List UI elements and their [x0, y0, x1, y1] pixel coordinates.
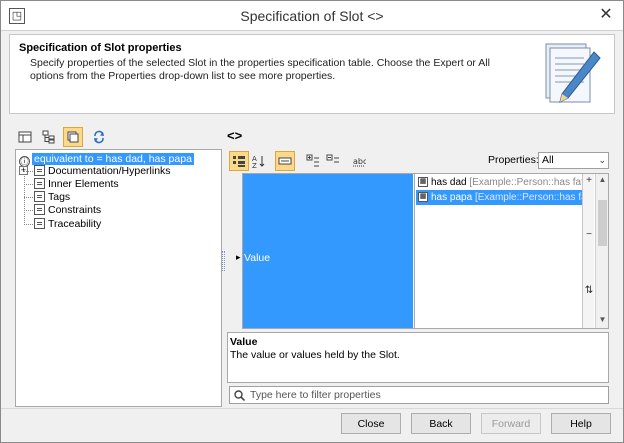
filter-input[interactable] [248, 388, 603, 402]
chevron-down-icon: ⌄ [598, 155, 606, 165]
tree-view-icon [42, 130, 55, 144]
tree-view-button[interactable] [39, 127, 59, 147]
table-view-button[interactable] [15, 127, 35, 147]
field-icon [278, 157, 292, 165]
node-icon [34, 191, 45, 202]
property-value-list: ▦ has dad [Example::Person::has fath ▦ h… [414, 174, 582, 328]
properties-dropdown[interactable]: All ⌄ [538, 152, 609, 169]
show-inherited-button[interactable] [275, 151, 295, 171]
value-item-name: has dad [431, 177, 467, 188]
tree-item-label: Traceability [48, 218, 102, 230]
header-title: Specification of Slot properties [19, 42, 182, 54]
instance-icon: ▦ [418, 192, 428, 202]
svg-text:Z: Z [252, 162, 257, 168]
value-item-has-papa[interactable]: ▦ has papa [Example::Person::has fath [416, 190, 582, 205]
specification-dialog: ◳ Specification of Slot <> ✕ Specificati… [0, 0, 624, 443]
tree-guide-branch [24, 171, 33, 172]
value-item-name: has papa [431, 192, 473, 203]
tree-item-label: Inner Elements [48, 178, 119, 190]
copy-elements-icon [67, 131, 79, 143]
add-value-button[interactable]: + [584, 176, 594, 187]
button-bar-divider [1, 408, 623, 409]
tree-guide-branch [24, 210, 33, 211]
description-title: Value [230, 336, 258, 348]
description-text: The value or values held by the Slot. [230, 349, 400, 361]
value-item-has-dad[interactable]: ▦ has dad [Example::Person::has fath [416, 175, 582, 190]
header-description: Specify properties of the selected Slot … [30, 57, 490, 82]
node-icon [34, 165, 45, 176]
value-item-type: [Example::Person::has fath [469, 177, 582, 188]
node-icon [34, 204, 45, 215]
find-icon: abc [353, 157, 366, 167]
find-button[interactable]: abc [349, 151, 369, 171]
specification-tree: ⓘ equivalent to = has dad, has papa + Doc… [15, 149, 222, 407]
grid-gutter [227, 173, 242, 329]
value-list-scrollbar[interactable]: ▲ ▼ [595, 174, 608, 328]
remove-value-button[interactable]: − [584, 230, 594, 241]
refresh-icon [94, 130, 104, 144]
sort-az-icon: A Z [252, 155, 265, 168]
value-item-type: [Example::Person::has fath [474, 192, 582, 203]
close-button[interactable]: Close [341, 413, 401, 434]
sort-alphabetically-button[interactable]: A Z [249, 151, 269, 171]
categorized-view-button[interactable] [229, 151, 249, 171]
back-button[interactable]: Back [411, 413, 471, 434]
help-button[interactable]: Help [551, 413, 611, 434]
categorized-icon [233, 156, 245, 167]
node-icon [34, 178, 45, 189]
dialog-header: Specification of Slot properties Specify… [9, 34, 615, 114]
title-bar: ◳ Specification of Slot <> ✕ [1, 1, 623, 31]
properties-label: Properties: [488, 154, 539, 166]
document-pencil-icon [545, 43, 601, 103]
property-grid: Value ▦ has dad [Example::Person::has fa… [236, 173, 609, 329]
tree-guide-branch [24, 184, 33, 185]
node-icon [34, 218, 45, 229]
expand-all-button[interactable] [303, 151, 323, 171]
copy-elements-button[interactable] [63, 127, 83, 147]
table-view-icon [18, 131, 32, 143]
expand-all-icon [306, 154, 319, 167]
svg-text:abc: abc [353, 157, 366, 166]
refresh-button[interactable] [89, 127, 109, 147]
tree-item-documentation[interactable]: Documentation/Hyperlinks [34, 165, 171, 178]
tree-item-tags[interactable]: Tags [34, 191, 70, 204]
tree-item-traceability[interactable]: Traceability [34, 218, 101, 231]
filter-box [229, 386, 609, 404]
tree-guide-branch [24, 197, 33, 198]
scroll-thumb[interactable] [598, 200, 607, 246]
forward-button[interactable]: Forward [481, 413, 541, 434]
instance-icon: ▦ [418, 177, 428, 187]
tree-item-label: Documentation/Hyperlinks [48, 165, 171, 177]
collapse-all-icon [326, 154, 339, 163]
property-description: Value The value or values held by the Sl… [227, 332, 609, 383]
tree-guide-branch [24, 224, 33, 225]
scroll-down-icon[interactable]: ▼ [597, 315, 608, 326]
property-name-cell[interactable]: Value [236, 174, 413, 328]
scroll-up-icon[interactable]: ▲ [597, 175, 608, 186]
tree-item-constraints[interactable]: Constraints [34, 204, 101, 217]
value-list-buttons: + − ⇅ [582, 174, 594, 328]
tree-guide-line [24, 167, 25, 225]
tree-item-label: Tags [48, 191, 71, 203]
properties-toolbar: A Z abc Properties: All ⌄ [227, 151, 611, 171]
property-name: Value [236, 252, 270, 264]
close-window-button[interactable]: ✕ [595, 5, 617, 25]
panel-splitter[interactable] [222, 251, 225, 271]
search-icon [234, 390, 245, 401]
collapse-all-button[interactable] [323, 151, 343, 171]
tree-item-label: Constraints [48, 204, 102, 216]
element-name: <> [227, 128, 243, 143]
tree-item-inner-elements[interactable]: Inner Elements [34, 178, 119, 191]
reorder-values-button[interactable]: ⇅ [584, 286, 594, 297]
properties-dropdown-value: All [542, 154, 554, 166]
window-title: Specification of Slot <> [240, 8, 384, 24]
tree-root-label: equivalent to = has dad, has papa [32, 153, 194, 165]
